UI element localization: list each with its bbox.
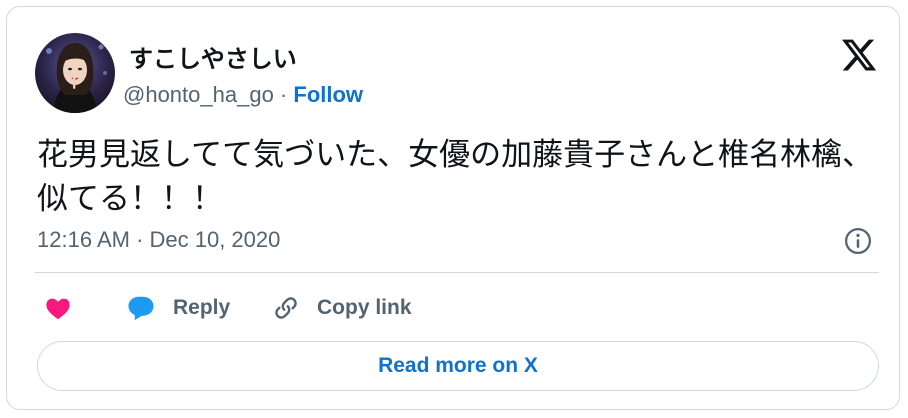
info-icon[interactable] xyxy=(843,226,873,256)
link-icon xyxy=(275,297,297,319)
divider xyxy=(35,272,879,273)
display-name[interactable]: すこしやさしい xyxy=(129,39,297,74)
tweet-text: 花男見返してて気づいた、女優の加藤貴子さんと椎名林檎、似てる！！！ xyxy=(37,137,874,217)
user-handle[interactable]: @honto_ha_go xyxy=(123,82,274,107)
avatar[interactable] xyxy=(35,33,115,113)
reply-button[interactable]: Reply xyxy=(125,290,230,326)
like-button[interactable] xyxy=(43,290,73,326)
handle-separator: · xyxy=(273,82,294,107)
copy-link-label: Copy link xyxy=(317,296,412,319)
avatar-image xyxy=(35,33,115,113)
x-logo-icon[interactable] xyxy=(840,36,878,74)
timestamp[interactable]: 12:16 AM · Dec 10, 2020 xyxy=(37,227,280,253)
speech-bubble-icon xyxy=(128,296,154,321)
follow-link[interactable]: Follow xyxy=(293,82,363,107)
reply-label: Reply xyxy=(173,296,231,319)
heart-icon xyxy=(46,298,70,320)
read-more-button[interactable]: Read more on X xyxy=(37,341,879,391)
handle-row: @honto_ha_go · Follow xyxy=(123,82,363,108)
copy-link-button[interactable]: Copy link xyxy=(271,290,412,326)
tweet-card: すこしやさしい @honto_ha_go · Follow 花男見返してて気づい… xyxy=(6,6,900,410)
read-more-label: Read more on X xyxy=(378,354,538,377)
